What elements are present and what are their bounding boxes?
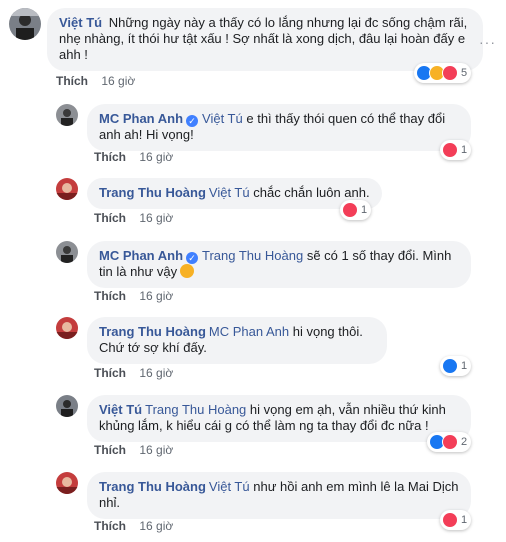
comment-bubble: Việt Tú Những ngày này a thấy có lo lắng…: [47, 8, 483, 71]
comment-bubble: Trang Thu Hoàng Việt Tú chắc chắn luôn an…: [87, 178, 382, 209]
reaction-count: 2: [461, 436, 468, 448]
timestamp[interactable]: 16 giờ: [139, 211, 173, 225]
comment-meta: Thích 16 giờ: [94, 211, 173, 225]
comment-author[interactable]: Việt Tú: [99, 402, 142, 417]
comment-meta: Thích 16 giờ: [94, 289, 173, 303]
like-link[interactable]: Thích: [94, 443, 126, 457]
reaction-summary[interactable]: 1: [440, 510, 472, 530]
like-link[interactable]: Thích: [94, 211, 126, 225]
like-reaction-icon: [442, 358, 458, 374]
reaction-summary[interactable]: 1: [440, 356, 472, 376]
comment-bubble: Việt Tú Trang Thu Hoàng hi vọng em ạh, vẫ…: [87, 395, 471, 442]
reply: MC Phan Anh ✓ Trang Thu Hoàng sẽ có 1 số t…: [56, 241, 471, 288]
comment-bubble: Trang Thu Hoàng MC Phan Anh hi vọng thôi.…: [87, 317, 387, 364]
comment-meta: Thích 16 giờ: [56, 74, 135, 88]
reply: MC Phan Anh ✓ Việt Tú e thì thấy thói quen…: [56, 104, 471, 151]
timestamp[interactable]: 16 giờ: [139, 366, 173, 380]
comment-meta: Thích 16 giờ: [94, 443, 173, 457]
verified-badge-icon: ✓: [186, 115, 199, 127]
love-reaction-icon: [442, 65, 458, 81]
reaction-summary[interactable]: 1: [340, 200, 372, 220]
avatar[interactable]: [9, 8, 41, 40]
comment-bubble: Trang Thu Hoàng Việt Tú như hồi anh em mì…: [87, 472, 471, 519]
comment-text: chắc chắn luôn anh.: [253, 185, 370, 200]
avatar[interactable]: [56, 472, 78, 494]
comment-author[interactable]: Trang Thu Hoàng: [99, 185, 206, 200]
reaction-count: 1: [461, 360, 468, 372]
mention-link[interactable]: Trang Thu Hoàng: [145, 402, 246, 417]
like-link[interactable]: Thích: [94, 289, 126, 303]
comment-bubble: MC Phan Anh ✓ Việt Tú e thì thấy thói quen…: [87, 104, 471, 151]
like-link[interactable]: Thích: [94, 150, 126, 164]
mention-link[interactable]: MC Phan Anh: [209, 324, 289, 339]
smile-emoji-icon: [180, 264, 195, 278]
mention-link[interactable]: Việt Tú: [209, 185, 250, 200]
love-reaction-icon: [442, 512, 458, 528]
reaction-count: 1: [361, 204, 368, 216]
reaction-summary[interactable]: 2: [427, 432, 472, 452]
mention-link[interactable]: Việt Tú: [209, 479, 250, 494]
reaction-count: 1: [461, 514, 468, 526]
comment-meta: Thích 16 giờ: [94, 519, 173, 533]
like-link[interactable]: Thích: [94, 519, 126, 533]
comment-bubble: MC Phan Anh ✓ Trang Thu Hoàng sẽ có 1 số t…: [87, 241, 471, 288]
love-reaction-icon: [442, 434, 458, 450]
timestamp[interactable]: 16 giờ: [101, 74, 135, 88]
avatar[interactable]: [56, 178, 78, 200]
comment: Việt Tú Những ngày này a thấy có lo lắng…: [9, 8, 483, 71]
comment-meta: Thích 16 giờ: [94, 366, 173, 380]
reply: Trang Thu Hoàng Việt Tú chắc chắn luôn an…: [56, 178, 382, 209]
reaction-count: 1: [461, 144, 468, 156]
mention-link[interactable]: Trang Thu Hoàng: [202, 248, 303, 263]
reply: Việt Tú Trang Thu Hoàng hi vọng em ạh, vẫ…: [56, 395, 471, 442]
reaction-count: 5: [461, 67, 468, 79]
like-link[interactable]: Thích: [94, 366, 126, 380]
reaction-summary[interactable]: 5: [414, 63, 472, 83]
comment-author[interactable]: MC Phan Anh: [99, 111, 183, 126]
more-options-icon[interactable]: ···: [479, 34, 496, 50]
timestamp[interactable]: 16 giờ: [139, 289, 173, 303]
mention-link[interactable]: Việt Tú: [202, 111, 243, 126]
timestamp[interactable]: 16 giờ: [139, 150, 173, 164]
avatar[interactable]: [56, 395, 78, 417]
comment-author[interactable]: Việt Tú: [59, 15, 102, 30]
reply: Trang Thu Hoàng Việt Tú như hồi anh em mì…: [56, 472, 471, 519]
verified-badge-icon: ✓: [186, 252, 199, 264]
comment-meta: Thích 16 giờ: [94, 150, 173, 164]
comment-author[interactable]: Trang Thu Hoàng: [99, 324, 206, 339]
comment-author[interactable]: MC Phan Anh: [99, 248, 183, 263]
avatar[interactable]: [56, 317, 78, 339]
timestamp[interactable]: 16 giờ: [139, 443, 173, 457]
comment-author[interactable]: Trang Thu Hoàng: [99, 479, 206, 494]
timestamp[interactable]: 16 giờ: [139, 519, 173, 533]
love-reaction-icon: [442, 142, 458, 158]
love-reaction-icon: [342, 202, 358, 218]
like-link[interactable]: Thích: [56, 74, 88, 88]
avatar[interactable]: [56, 241, 78, 263]
reaction-summary[interactable]: 1: [440, 140, 472, 160]
comment-text: Những ngày này a thấy có lo lắng nhưng l…: [59, 15, 468, 62]
reply: Trang Thu Hoàng MC Phan Anh hi vọng thôi.…: [56, 317, 387, 364]
avatar[interactable]: [56, 104, 78, 126]
